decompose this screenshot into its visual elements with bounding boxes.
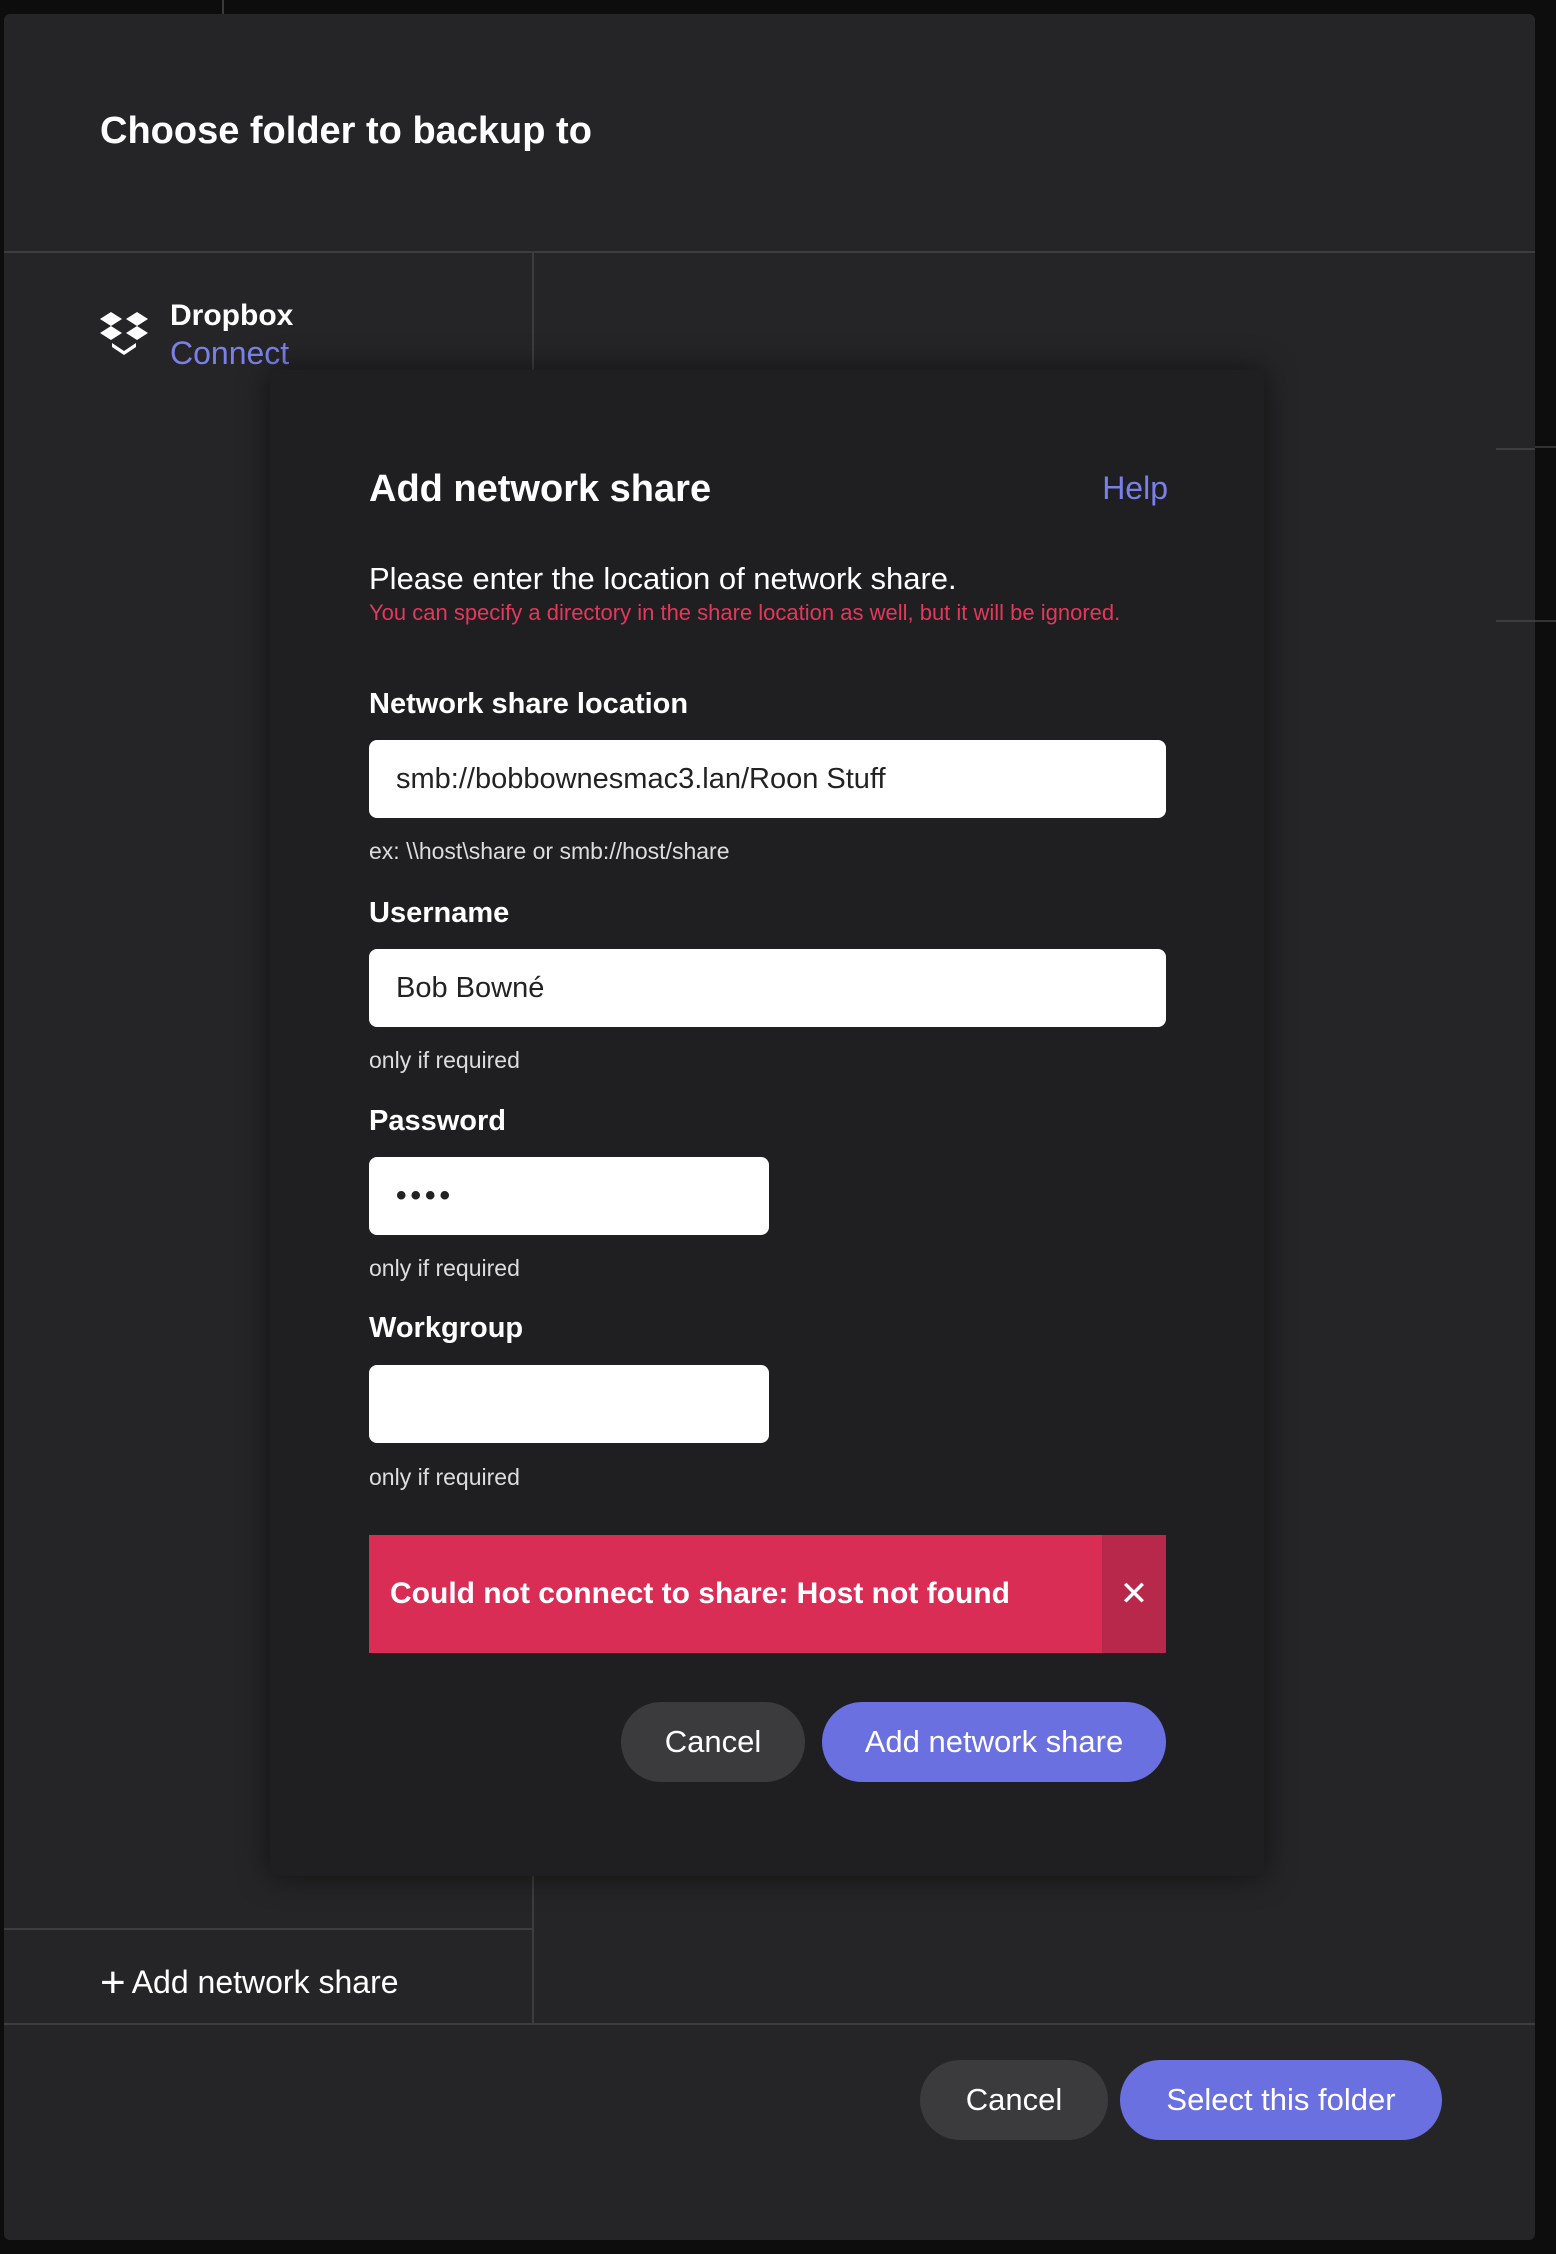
add-network-share-modal: Add network share Help Please enter the … bbox=[270, 370, 1264, 1876]
divider bbox=[1496, 448, 1535, 450]
password-hint: only if required bbox=[369, 1255, 520, 1281]
username-value: Bob Bowné bbox=[396, 971, 545, 1004]
username-hint: only if required bbox=[369, 1047, 520, 1073]
add-network-share-button[interactable]: Add network share bbox=[822, 1702, 1166, 1782]
divider bbox=[4, 2023, 1535, 2025]
location-value: smb://bobbownesmac3.lan/Roon Stuff bbox=[396, 762, 886, 795]
cancel-button[interactable]: Cancel bbox=[920, 2060, 1108, 2140]
background-divider bbox=[1535, 620, 1556, 622]
background-divider bbox=[1535, 446, 1556, 448]
location-label: Network share location bbox=[369, 688, 689, 720]
password-input[interactable]: •••• bbox=[369, 1157, 769, 1235]
workgroup-label: Workgroup bbox=[369, 1312, 524, 1344]
username-label: Username bbox=[369, 897, 510, 929]
divider bbox=[4, 1928, 532, 1930]
warning-text: You can specify a directory in the share… bbox=[369, 600, 1121, 625]
workgroup-input[interactable] bbox=[369, 1365, 769, 1443]
close-icon[interactable]: ✕ bbox=[1102, 1535, 1166, 1653]
add-network-share-link[interactable]: + Add network share bbox=[100, 1957, 399, 2007]
password-value: •••• bbox=[396, 1179, 455, 1212]
select-folder-button[interactable]: Select this folder bbox=[1120, 2060, 1442, 2140]
divider bbox=[1496, 620, 1535, 622]
help-link[interactable]: Help bbox=[1102, 470, 1168, 507]
dropbox-name: Dropbox bbox=[170, 299, 294, 332]
divider bbox=[4, 251, 1535, 253]
error-banner: Could not connect to share: Host not fou… bbox=[369, 1535, 1166, 1653]
location-hint: ex: \\host\share or smb://host/share bbox=[369, 838, 730, 864]
modal-cancel-button[interactable]: Cancel bbox=[621, 1702, 805, 1782]
modal-title: Add network share bbox=[369, 468, 712, 510]
username-input[interactable]: Bob Bowné bbox=[369, 949, 1166, 1027]
workgroup-hint: only if required bbox=[369, 1464, 520, 1490]
dialog-title: Choose folder to backup to bbox=[100, 110, 592, 152]
background-divider bbox=[222, 0, 224, 14]
intro-text: Please enter the location of network sha… bbox=[369, 561, 957, 596]
error-message: Could not connect to share: Host not fou… bbox=[390, 1577, 1010, 1610]
location-input[interactable]: smb://bobbownesmac3.lan/Roon Stuff bbox=[369, 740, 1166, 818]
add-network-share-label: Add network share bbox=[131, 1964, 399, 2000]
password-label: Password bbox=[369, 1105, 506, 1137]
dropbox-icon bbox=[100, 312, 148, 355]
dropbox-connect-link[interactable]: Connect bbox=[170, 334, 293, 372]
dropbox-source: Dropbox Connect bbox=[98, 298, 293, 372]
plus-icon: + bbox=[100, 1957, 126, 2007]
